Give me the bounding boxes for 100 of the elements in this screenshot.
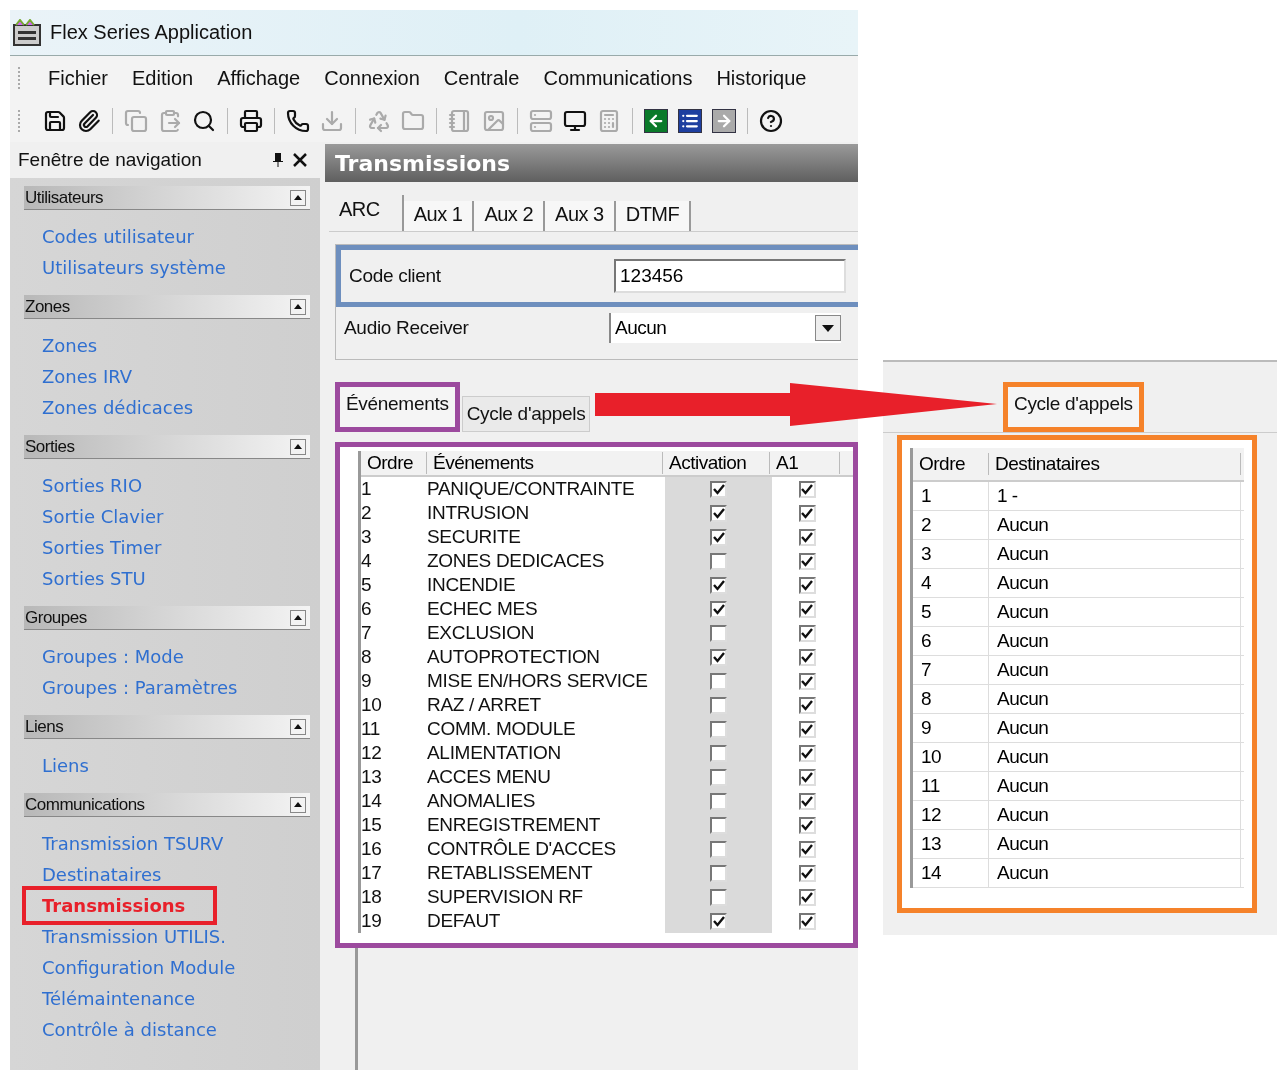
section-header[interactable]: Utilisateurs xyxy=(24,186,310,210)
column-header[interactable]: Activation xyxy=(663,452,770,474)
checkbox[interactable] xyxy=(710,792,727,810)
column-header[interactable]: A1 xyxy=(770,452,840,474)
checkbox[interactable] xyxy=(710,816,727,834)
checkbox[interactable] xyxy=(710,600,727,618)
table-cell: 13 xyxy=(913,830,989,858)
caret-icon[interactable] xyxy=(815,315,841,341)
checkbox[interactable] xyxy=(710,912,727,930)
collapse-icon[interactable] xyxy=(290,438,306,455)
table-cell-text: 13 xyxy=(361,766,383,788)
table-cell: 1 - xyxy=(989,482,1241,510)
table-cell-text: ENREGISTREMENT xyxy=(427,814,602,836)
checkbox[interactable] xyxy=(798,816,816,834)
table-cell-text: SUPERVISION RF xyxy=(427,886,584,908)
column-header[interactable]: Ordre xyxy=(361,452,427,474)
section-header[interactable]: Communications xyxy=(24,793,310,817)
checkbox[interactable] xyxy=(710,528,727,546)
table-cell: Aucun xyxy=(989,743,1241,771)
checkbox[interactable] xyxy=(798,696,816,714)
checkbox[interactable] xyxy=(798,864,816,882)
table-cell-text: 2 xyxy=(361,502,373,524)
tab[interactable]: Cycle d'appels xyxy=(1003,382,1144,432)
table-cell: Aucun xyxy=(989,598,1241,626)
checkbox[interactable] xyxy=(710,624,727,642)
tab[interactable]: Aux 2 xyxy=(474,201,546,231)
checkbox[interactable] xyxy=(710,864,727,882)
table-cell: 8 xyxy=(913,685,989,713)
tab[interactable]: Cycle d'appels xyxy=(461,396,591,432)
checkbox[interactable] xyxy=(798,576,816,594)
checkbox[interactable] xyxy=(710,696,727,714)
checkbox[interactable] xyxy=(710,744,727,762)
checkbox[interactable] xyxy=(798,528,816,546)
table-cell-text: ACCES MENU xyxy=(427,766,552,788)
collapse-icon[interactable] xyxy=(290,796,306,813)
table-cell-text: ZONES DEDICACES xyxy=(427,550,606,572)
table-cell-text: 5 xyxy=(361,574,373,596)
table-cell: Aucun xyxy=(989,540,1241,568)
section-header[interactable]: Sorties xyxy=(24,435,310,459)
checkbox[interactable] xyxy=(798,840,816,858)
dropdown[interactable]: Aucun xyxy=(609,313,841,343)
checkbox[interactable] xyxy=(798,480,816,498)
menu-item[interactable]: Historique xyxy=(704,66,819,90)
column-header[interactable]: Destinataires xyxy=(989,453,1241,475)
menu-item[interactable]: Edition xyxy=(120,66,206,90)
section-header[interactable]: Groupes xyxy=(24,606,310,630)
checkbox[interactable] xyxy=(798,552,816,570)
checkbox[interactable] xyxy=(710,720,727,738)
back-arrow-icon[interactable] xyxy=(641,106,671,136)
checkbox[interactable] xyxy=(798,720,816,738)
menu-item[interactable]: Connexion xyxy=(312,66,432,90)
table-cell: Aucun xyxy=(989,569,1241,597)
menu-item[interactable]: Communications xyxy=(531,66,705,90)
checkbox[interactable] xyxy=(798,888,816,906)
checkbox[interactable] xyxy=(710,648,727,666)
window-title: Flex Series Application xyxy=(50,21,253,44)
table-cell: Aucun xyxy=(989,714,1241,742)
checkbox[interactable] xyxy=(710,480,727,498)
checkbox[interactable] xyxy=(798,672,816,690)
list-icon[interactable] xyxy=(675,106,705,136)
checkbox[interactable] xyxy=(798,600,816,618)
table-cell-text: 8 xyxy=(361,646,373,668)
checkbox[interactable] xyxy=(798,744,816,762)
input-field[interactable]: 123456 xyxy=(614,259,846,293)
checkbox[interactable] xyxy=(798,624,816,642)
checkbox[interactable] xyxy=(710,552,727,570)
tab[interactable]: Événements xyxy=(335,382,460,432)
collapse-icon[interactable] xyxy=(290,609,306,626)
section-header[interactable]: Liens xyxy=(24,715,310,739)
checkbox[interactable] xyxy=(798,792,816,810)
table-cell: 9 xyxy=(913,714,989,742)
checkbox[interactable] xyxy=(710,504,727,522)
checkbox[interactable] xyxy=(798,648,816,666)
table-cell-text: RETABLISSEMENT xyxy=(427,862,594,884)
checkbox[interactable] xyxy=(798,912,816,930)
checkbox[interactable] xyxy=(798,768,816,786)
tab[interactable]: Aux 3 xyxy=(545,201,616,231)
checkbox[interactable] xyxy=(710,768,727,786)
menu-item[interactable]: Centrale xyxy=(431,66,532,90)
checkbox[interactable] xyxy=(710,840,727,858)
menu-item[interactable]: Fichier xyxy=(36,66,120,90)
column-header[interactable]: Ordre xyxy=(913,453,989,475)
tab[interactable]: Aux 1 xyxy=(403,201,475,231)
tab[interactable]: DTMF xyxy=(615,201,692,231)
menu-item[interactable]: Affichage xyxy=(205,66,313,90)
section-header[interactable]: Zones xyxy=(24,295,310,319)
checkbox[interactable] xyxy=(710,576,727,594)
table-cell: 6 xyxy=(913,627,989,655)
pane-title: Fenêtre de navigation xyxy=(18,149,203,171)
checkbox[interactable] xyxy=(710,888,727,906)
field-label: Code client xyxy=(349,265,442,287)
collapse-icon[interactable] xyxy=(290,298,306,315)
panel-title-bar: Transmissions xyxy=(325,144,858,182)
table-cell-text: INCENDIE xyxy=(427,574,517,596)
column-header[interactable]: Événements xyxy=(427,452,663,474)
checkbox[interactable] xyxy=(710,672,727,690)
checkbox[interactable] xyxy=(798,504,816,522)
table-cell-text: PANIQUE/CONTRAINTE xyxy=(427,478,636,500)
collapse-icon[interactable] xyxy=(290,189,306,206)
collapse-icon[interactable] xyxy=(290,718,306,735)
